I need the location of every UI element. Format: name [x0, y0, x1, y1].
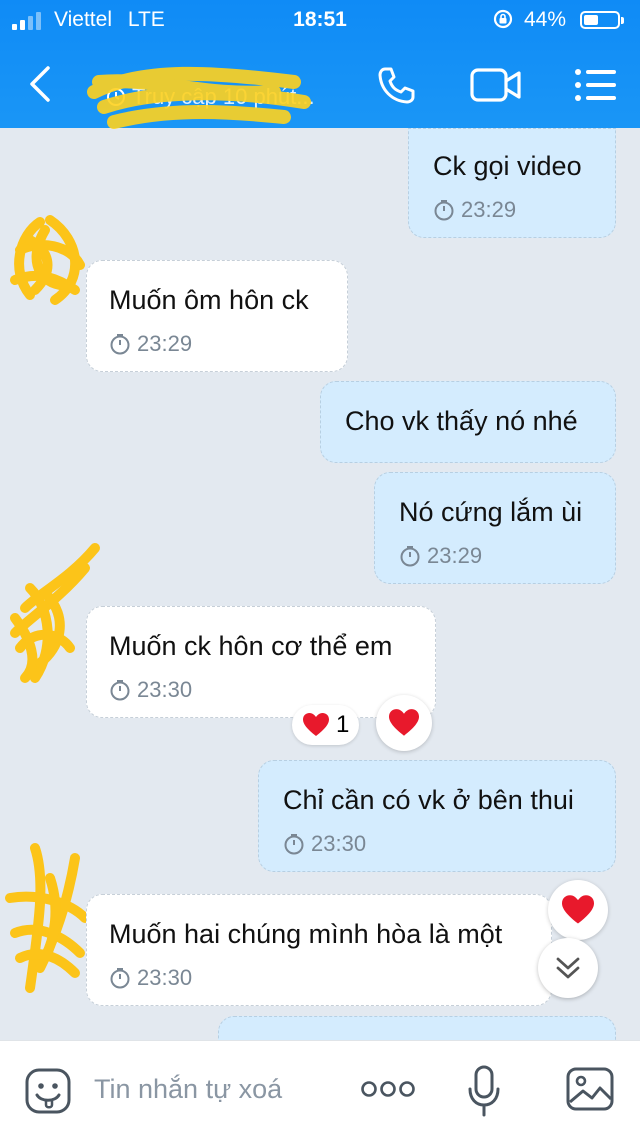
image-icon [566, 1067, 614, 1111]
message-text: Cho vk thấy nó nhé [345, 406, 578, 436]
image-button[interactable] [562, 1063, 618, 1115]
status-bar: Viettel LTE 18:51 44% [0, 0, 640, 40]
timer-icon [110, 334, 130, 355]
heart-icon [562, 895, 594, 924]
back-button[interactable] [18, 60, 62, 108]
outgoing-message[interactable]: Ck gọi video 23:29 [408, 128, 616, 238]
message-input[interactable] [94, 1069, 344, 1109]
outgoing-message-partial[interactable] [218, 1016, 616, 1040]
incoming-message[interactable]: Muốn ck hôn cơ thể em 23:30 [86, 606, 436, 718]
timer-icon [110, 968, 130, 989]
heart-icon [303, 713, 329, 736]
outgoing-message[interactable]: Cho vk thấy nó nhé [320, 381, 616, 463]
rotation-lock-icon [492, 8, 514, 36]
message-composer [0, 1040, 640, 1137]
message-time: 23:29 [461, 197, 517, 222]
message-time: 23:29 [137, 331, 193, 356]
message-text: Ck gọi video [433, 151, 582, 181]
phone-icon [378, 67, 415, 104]
message-time: 23:30 [311, 831, 367, 856]
timer-icon [434, 200, 454, 221]
incoming-message[interactable]: Muốn ôm hôn ck 23:29 [86, 260, 348, 372]
microphone-icon [468, 1065, 500, 1117]
sticker-icon [25, 1068, 71, 1114]
message-text: Chỉ cần có vk ở bên thui [283, 785, 574, 815]
video-call-button[interactable] [466, 60, 526, 110]
voice-button[interactable] [462, 1061, 506, 1121]
timer-icon [400, 546, 420, 567]
outgoing-message[interactable]: Nó cứng lắm ùi 23:29 [374, 472, 616, 584]
battery-percent: 44% [524, 8, 567, 31]
menu-icon [575, 69, 616, 101]
message-text: Nó cứng lắm ùi [399, 497, 583, 527]
incoming-message[interactable]: Muốn hai chúng mình hòa là một 23:30 [86, 894, 552, 1006]
message-time: 23:30 [137, 677, 193, 702]
message-text: Muốn ck hôn cơ thể em [109, 631, 393, 661]
message-time: 23:29 [427, 543, 483, 568]
back-icon [30, 66, 50, 102]
message-text: Muốn hai chúng mình hòa là một [109, 919, 503, 949]
react-button[interactable] [548, 880, 608, 940]
outgoing-message[interactable]: Chỉ cần có vk ở bên thui 23:30 [258, 760, 616, 872]
avatar[interactable] [0, 210, 96, 310]
sticker-button[interactable] [22, 1065, 74, 1117]
video-call-icon [470, 68, 521, 102]
timer-icon [110, 680, 130, 701]
reaction-summary[interactable]: 1 [292, 705, 360, 745]
nav-bar: Truy cập 10 phút... [0, 40, 640, 129]
message-text: Muốn ôm hôn ck [109, 285, 309, 315]
message-time: 23:30 [137, 965, 193, 990]
battery-level [584, 15, 599, 25]
battery-icon [580, 11, 624, 29]
call-button[interactable] [368, 60, 424, 110]
timer-icon [284, 834, 304, 855]
avatar[interactable] [0, 838, 100, 998]
chat-header: Viettel LTE 18:51 44% Truy cập 10 phút..… [0, 0, 640, 129]
reaction-count: 1 [336, 711, 350, 738]
double-chevron-down-icon [556, 957, 580, 979]
message-list[interactable]: Ck gọi video 23:29 Muốn ôm hôn ck 23:29 … [0, 128, 640, 1040]
more-icon [361, 1081, 415, 1097]
scroll-to-bottom-button[interactable] [538, 938, 598, 998]
more-button[interactable] [358, 1069, 418, 1109]
react-button[interactable] [376, 695, 432, 751]
heart-icon [389, 709, 419, 736]
menu-button[interactable] [570, 60, 622, 110]
